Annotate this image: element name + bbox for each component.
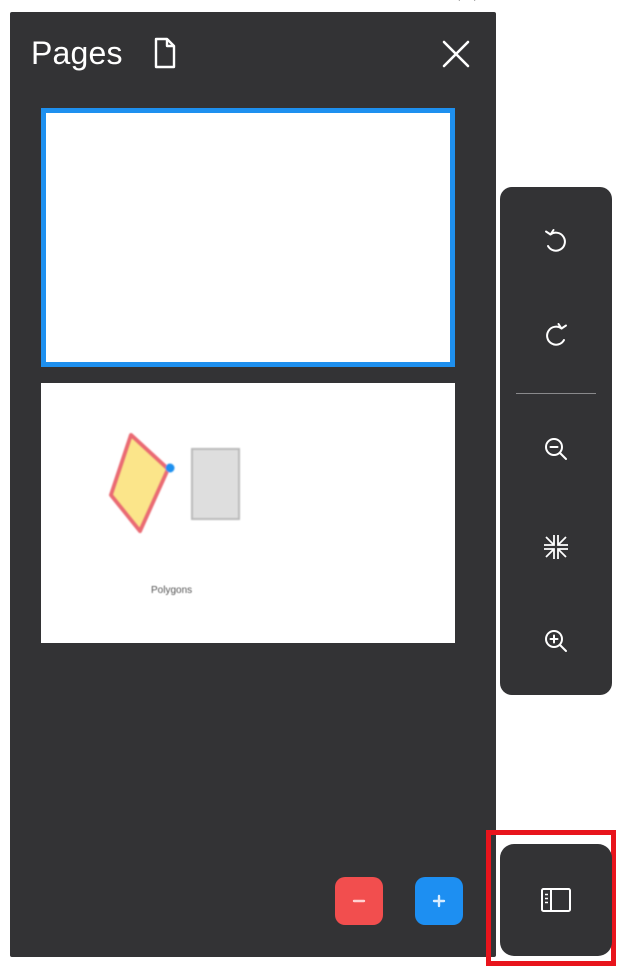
- redo-button[interactable]: [530, 309, 582, 361]
- pages-panel: Pages Polygons: [10, 12, 496, 957]
- partial-icon-fragment: [458, 0, 476, 1]
- zoom-in-button[interactable]: [530, 615, 582, 667]
- app-canvas: Pages Polygons: [0, 0, 620, 968]
- panel-title: Pages: [31, 35, 123, 71]
- fit-to-screen-button[interactable]: [530, 521, 582, 573]
- pages-panel-header: Pages: [10, 12, 496, 92]
- undo-icon: [545, 229, 566, 252]
- close-button[interactable]: [436, 34, 476, 74]
- close-icon: [442, 40, 470, 68]
- plus-icon: [432, 894, 446, 908]
- toggle-pages-panel-button[interactable]: [500, 844, 612, 956]
- document-icon: [154, 37, 176, 69]
- minus-icon: [352, 899, 366, 903]
- remove-page-button[interactable]: [335, 877, 383, 925]
- redo-icon: [546, 323, 567, 346]
- page-thumbnail-drawing: [109, 433, 240, 533]
- page-thumbnail-2[interactable]: Polygons: [41, 383, 455, 643]
- page-thumbnail-1-selected[interactable]: [41, 108, 455, 367]
- zoom-in-icon: [545, 630, 567, 652]
- add-page-button[interactable]: [415, 877, 463, 925]
- zoom-out-button[interactable]: [530, 423, 582, 475]
- sidebar-panel-icon: [541, 888, 571, 912]
- zoom-out-icon: [545, 438, 567, 460]
- undo-button[interactable]: [530, 215, 582, 267]
- toolbar-divider: [516, 393, 596, 394]
- collapse-arrows-icon: [544, 535, 568, 559]
- canvas-toolbar: [500, 187, 612, 695]
- page-thumbnail-caption: Polygons: [151, 585, 193, 596]
